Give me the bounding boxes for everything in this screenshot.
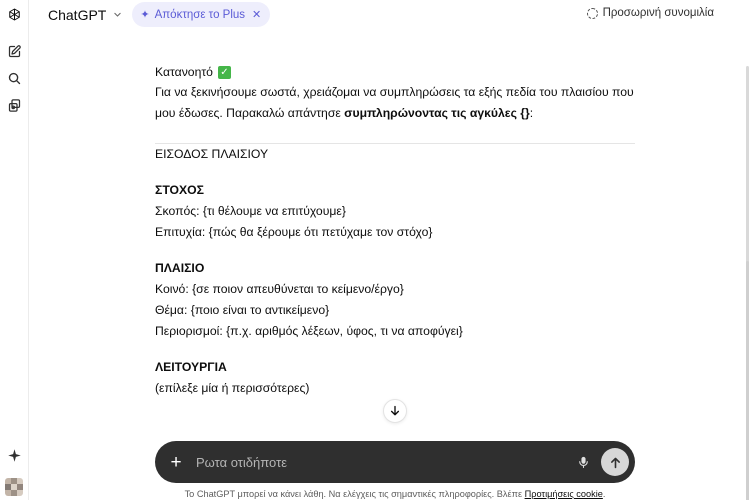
disclaimer-footer: Το ChatGPT μπορεί να κάνει λάθη. Να ελέγ…: [0, 489, 750, 499]
cookie-preferences-link[interactable]: Προτιμήσεις cookie: [525, 489, 603, 499]
block-function: ΛΕΙΤΟΥΡΓΙΑ (επίλεξε μία ή περισσότερες): [155, 357, 635, 399]
scrollbar[interactable]: [745, 29, 750, 500]
block-line: (επίλεξε μία ή περισσότερες): [155, 381, 310, 395]
arrow-down-icon: [390, 405, 400, 416]
check-mark-icon: ✓: [217, 65, 231, 79]
block-heading: ΛΕΙΤΟΥΡΓΙΑ: [155, 360, 227, 374]
left-rail: [0, 0, 29, 500]
ack-text: Κατανοητό: [155, 64, 213, 79]
block-context: ΠΛΑΙΣΙΟ Κοινό: {σε ποιον απευθύνεται το …: [155, 258, 635, 342]
composer: +: [155, 441, 635, 483]
temporary-chat-button[interactable]: Προσωρινή συνομιλία: [586, 7, 714, 19]
chevron-down-icon: [114, 12, 122, 17]
sparkle-icon: ✦: [140, 9, 150, 21]
search-icon[interactable]: [5, 69, 24, 88]
disclaimer-end: .: [602, 489, 606, 499]
temporary-chat-label: Προσωρινή συνομιλία: [602, 7, 714, 19]
send-button[interactable]: [601, 448, 629, 476]
block-goal: ΣΤΟΧΟΣ Σκοπός: {τι θέλουμε να επιτύχουμε…: [155, 180, 635, 243]
top-bar: ChatGPT ✦ Απόκτησε το Plus ✕ Προσωρινή σ…: [30, 0, 750, 29]
block-line: Περιορισμοί: {π.χ. αριθμός λέξεων, ύφος,…: [155, 324, 463, 338]
ack-line: Κατανοητό ✓: [155, 62, 635, 82]
block-line: Επιτυχία: {πώς θα ξέρουμε ότι πετύχαμε τ…: [155, 225, 433, 239]
block-line: Σκοπός: {τι θέλουμε να επιτύχουμε}: [155, 204, 346, 218]
library-icon[interactable]: [5, 96, 24, 115]
scroll-to-bottom-button[interactable]: [383, 399, 407, 423]
arrow-up-icon: [610, 457, 620, 468]
intro-bold-text: συμπληρώνοντας τις αγκύλες {}: [344, 106, 530, 120]
new-chat-icon[interactable]: [5, 42, 24, 61]
openai-logo-icon[interactable]: [5, 5, 24, 24]
assistant-message: Κατανοητό ✓ Για να ξεκινήσουμε σωστά, χρ…: [155, 62, 635, 399]
prompt-input[interactable]: [196, 454, 556, 470]
block-line: Κοινό: {σε ποιον απευθύνεται το κείμενο/…: [155, 282, 404, 296]
sparkle-icon[interactable]: [5, 446, 24, 465]
scrollbar-thumb[interactable]: [746, 261, 749, 500]
temporary-chat-icon: [586, 7, 598, 19]
microphone-icon[interactable]: [576, 454, 590, 470]
upgrade-label: Απόκτησε το Plus: [154, 8, 246, 21]
disclaimer-text: Το ChatGPT μπορεί να κάνει λάθη. Να ελέγ…: [184, 489, 525, 499]
block-heading: ΣΤΟΧΟΣ: [155, 183, 204, 197]
upgrade-plus-button[interactable]: ✦ Απόκτησε το Plus ✕: [132, 2, 271, 27]
intro-end: :: [529, 106, 534, 120]
section-title: ΕΙΣΟΔΟΣ ΠΛΑΙΣΙΟΥ: [155, 147, 269, 161]
add-attachment-button[interactable]: +: [168, 453, 184, 472]
close-icon[interactable]: ✕: [252, 8, 261, 21]
intro-paragraph: Για να ξεκινήσουμε σωστά, χρειάζομαι να …: [155, 82, 635, 124]
model-name: ChatGPT: [48, 6, 107, 23]
block-heading: ΠΛΑΙΣΙΟ: [155, 261, 205, 275]
model-selector[interactable]: ChatGPT: [48, 7, 122, 23]
block-line: Θέμα: {ποιο είναι το αντικείμενο}: [155, 303, 330, 317]
